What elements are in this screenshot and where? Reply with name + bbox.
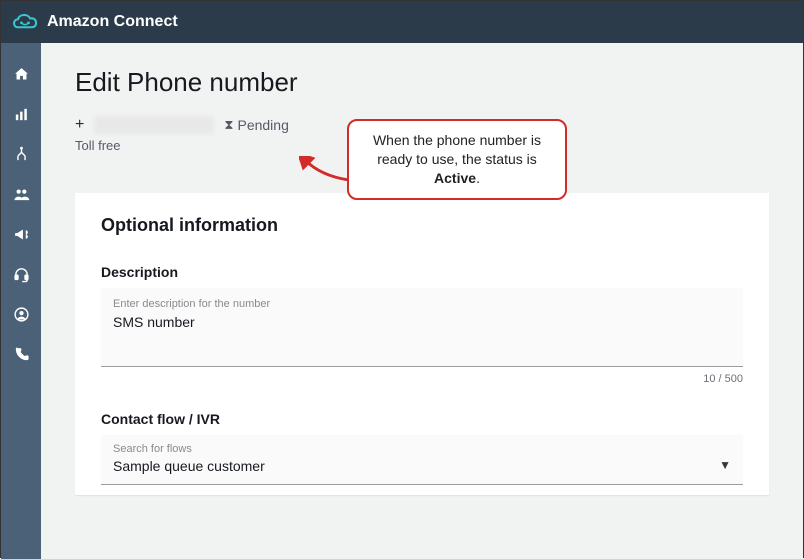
- description-field-block: Description Enter description for the nu…: [101, 264, 743, 385]
- status-badge: ⧗ Pending: [224, 117, 289, 133]
- description-input[interactable]: Enter description for the number SMS num…: [101, 288, 743, 367]
- status-text: Pending: [237, 117, 288, 133]
- analytics-icon[interactable]: [12, 105, 30, 123]
- contact-flow-field-block: Contact flow / IVR Search for flows Samp…: [101, 411, 743, 485]
- chevron-down-icon: ▼: [719, 458, 731, 474]
- routing-icon[interactable]: [12, 145, 30, 163]
- hourglass-icon: ⧗: [224, 117, 233, 133]
- description-placeholder: Enter description for the number: [113, 298, 731, 310]
- optional-information-card: Optional information Description Enter d…: [75, 193, 769, 495]
- home-icon[interactable]: [12, 65, 30, 83]
- annotation-arrow-icon: [299, 156, 351, 184]
- sidebar: [1, 43, 41, 559]
- phone-number-redacted: [94, 116, 214, 134]
- description-label: Description: [101, 264, 743, 280]
- content-area: Edit Phone number + ⧗ Pending Toll free …: [41, 43, 803, 559]
- optional-section-title: Optional information: [101, 215, 743, 236]
- app-title: Amazon Connect: [47, 13, 178, 31]
- annotation-callout: When the phone number is ready to use, t…: [347, 119, 567, 200]
- callout-suffix: .: [476, 170, 480, 186]
- page-title: Edit Phone number: [75, 67, 769, 98]
- phone-icon[interactable]: [12, 345, 30, 363]
- amazon-connect-logo-icon: [11, 10, 39, 34]
- contact-flow-value: Sample queue customer: [113, 458, 265, 474]
- callout-bold: Active: [434, 170, 476, 186]
- contact-flow-select[interactable]: Search for flows Sample queue customer ▼: [101, 435, 743, 485]
- users-icon[interactable]: [12, 185, 30, 203]
- contact-flow-mini-label: Search for flows: [113, 443, 265, 455]
- description-value: SMS number: [113, 314, 731, 330]
- logo-wrap: Amazon Connect: [11, 10, 178, 34]
- account-icon[interactable]: [12, 305, 30, 323]
- phone-number-prefix: +: [75, 116, 84, 134]
- top-bar: Amazon Connect: [1, 1, 803, 43]
- campaigns-icon[interactable]: [12, 225, 30, 243]
- callout-text: When the phone number is ready to use, t…: [373, 132, 541, 167]
- contact-flow-label: Contact flow / IVR: [101, 411, 743, 427]
- headset-icon[interactable]: [12, 265, 30, 283]
- description-char-count: 10 / 500: [101, 373, 743, 385]
